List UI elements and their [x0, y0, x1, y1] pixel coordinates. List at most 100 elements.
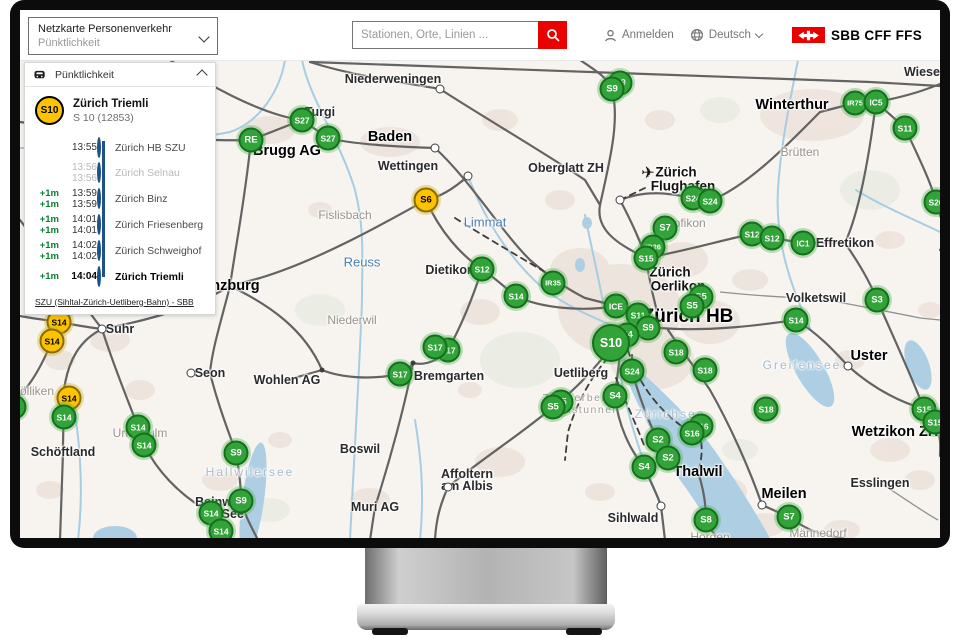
layer-select-dropdown[interactable]: Netzkarte Personenverkehr Pünktlichkeit — [28, 17, 218, 55]
line-badge-ic5[interactable]: IC5 — [864, 90, 889, 115]
panel-title: Pünktlichkeit — [55, 69, 190, 81]
train-number: S 10 (12853) — [73, 111, 148, 125]
monitor-frame: NiederweningenWiesendangenTurgiBadenBrug… — [10, 0, 950, 548]
toolbar-right: Anmelden Deutsch — [604, 10, 922, 60]
panel-footer: SZU (Sihltal-Zürich-Uetliberg-Bahn) - SB… — [35, 297, 194, 307]
map-label: Brütten — [781, 145, 820, 159]
map-label: Baden — [368, 129, 412, 145]
monitor-foot — [566, 628, 602, 635]
line-badge-s14[interactable]: S14 — [52, 405, 77, 430]
line-badge-s14[interactable]: S14 — [209, 519, 234, 539]
map-label: Wohlen AG — [254, 373, 321, 387]
line-badge-s14[interactable]: S14 — [132, 433, 157, 458]
line-badge-s18[interactable]: S18 — [664, 340, 689, 365]
search-icon — [546, 28, 560, 42]
line-badge-s11[interactable]: S11 — [893, 116, 918, 141]
line-badge-ir35[interactable]: IR35 — [541, 271, 566, 296]
line-badge-s10[interactable]: S10 — [592, 324, 630, 362]
map-label: Schöftland — [31, 445, 96, 459]
line-badge-s17[interactable]: S17 — [388, 362, 413, 387]
stop-marker — [97, 162, 101, 183]
line-badge-s17[interactable]: S17 — [423, 335, 448, 360]
map-label: Limmat — [464, 215, 507, 230]
line-badge-s18[interactable]: S18 — [754, 397, 779, 422]
stop-marker — [97, 240, 101, 261]
stop-name: Zürich Schweighof — [113, 245, 215, 257]
search-input[interactable] — [352, 21, 538, 49]
stops-list: 13:55Zürich HB SZU13:5613:56Zürich Selna… — [25, 129, 215, 289]
login-label: Anmelden — [622, 29, 674, 41]
line-badge-s3[interactable]: S3 — [865, 288, 890, 313]
line-badge-s8[interactable]: S8 — [694, 508, 719, 533]
operator-link[interactable]: SZU (Sihltal-Zürich-Uetliberg-Bahn) - SB… — [35, 297, 194, 307]
desktop-background: NiederweningenWiesendangenTurgiBadenBrug… — [0, 0, 960, 638]
line-badge-s15[interactable]: S15 — [923, 410, 941, 435]
train-title: Zürich Triemli — [73, 97, 148, 111]
search-button[interactable] — [538, 21, 567, 49]
station-dot — [444, 483, 453, 492]
map-label: Wiesendangen — [904, 65, 940, 79]
station-dot — [464, 172, 473, 181]
map-label: Uster — [850, 348, 887, 364]
line-badge-s5[interactable]: S5 — [680, 294, 705, 319]
line-badge-s27[interactable]: S27 — [316, 126, 341, 151]
map-label: Seon — [195, 366, 226, 380]
line-badge-s16[interactable]: S16 — [680, 421, 705, 446]
line-badge-s24[interactable]: S24 — [698, 189, 723, 214]
stop-name: Zürich Friesenberg — [113, 219, 215, 231]
map-label: Kölliken — [20, 384, 54, 398]
panel-header[interactable]: Pünktlichkeit — [25, 63, 215, 87]
chevron-down-icon — [198, 31, 209, 42]
map-label: Volketswil — [786, 291, 846, 305]
line-badge-s24[interactable]: S24 — [620, 359, 645, 384]
line-badge-s4[interactable]: S4 — [632, 455, 657, 480]
line-badge-s2[interactable]: S2 — [656, 446, 681, 471]
line-badge-s6[interactable]: S6 — [414, 188, 439, 213]
map-label: Oberglatt ZH — [528, 161, 604, 175]
map-label: Brugg AG — [253, 143, 321, 159]
line-badge-s5[interactable]: S5 — [541, 395, 566, 420]
user-icon — [604, 29, 617, 42]
line-badge-s14[interactable]: S14 — [40, 329, 65, 354]
line-badge-s15[interactable]: S15 — [634, 246, 659, 271]
station-dot — [411, 361, 416, 366]
sbb-arrows-icon — [792, 27, 825, 43]
map-label: Thalwil — [673, 464, 722, 480]
map-label: Greifensee — [763, 358, 842, 372]
map-label: Dietikon — [425, 263, 474, 277]
map-label: Esslingen — [850, 476, 909, 490]
map-label: Winterthur — [755, 97, 828, 113]
line-badge-re[interactable]: RE — [239, 128, 264, 153]
line-badge-s9[interactable]: S9 — [224, 441, 249, 466]
search-bar — [352, 21, 567, 49]
language-button[interactable]: Deutsch — [690, 28, 762, 42]
screen: NiederweningenWiesendangenTurgiBadenBrug… — [20, 10, 940, 538]
layer-select-value: Pünktlichkeit — [38, 36, 195, 50]
line-badge-s14[interactable]: S14 — [784, 308, 809, 333]
globe-icon — [690, 28, 704, 42]
monitor-base — [357, 604, 615, 630]
map-label: Niederweningen — [345, 72, 442, 86]
punctuality-panel: Pünktlichkeit S10 Zürich Triemli S 10 (1… — [24, 62, 216, 315]
line-badge-s12[interactable]: S12 — [760, 226, 785, 251]
map-label: Hallwilersee — [206, 465, 295, 479]
stop-row: +1m14:04Zürich Triemli — [25, 264, 215, 289]
line-badge-s27[interactable]: S27 — [290, 108, 315, 133]
line-badge-s9[interactable]: S9 — [229, 489, 254, 514]
sbb-logo[interactable]: SBB CFF FFS — [792, 27, 922, 43]
stop-marker — [97, 266, 101, 287]
line-badge-s4[interactable]: S4 — [603, 384, 628, 409]
line-badge-ic1[interactable]: IC1 — [791, 231, 816, 256]
line-badge-s18[interactable]: S18 — [693, 358, 718, 383]
stop-row: +1m+1m14:0114:01Zürich Friesenberg — [25, 212, 215, 238]
line-badge-s7[interactable]: S7 — [777, 505, 802, 530]
monitor-stand — [365, 548, 607, 605]
map-label: Muri AG — [351, 500, 399, 514]
login-button[interactable]: Anmelden — [604, 29, 674, 42]
line-badge-s12[interactable]: S12 — [470, 257, 495, 282]
station-dot — [844, 362, 853, 371]
stop-name: Zürich HB SZU — [113, 142, 215, 154]
line-badge-s14[interactable]: S14 — [504, 284, 529, 309]
line-badge-s9[interactable]: S9 — [600, 77, 625, 102]
chevron-up-icon — [196, 69, 207, 80]
